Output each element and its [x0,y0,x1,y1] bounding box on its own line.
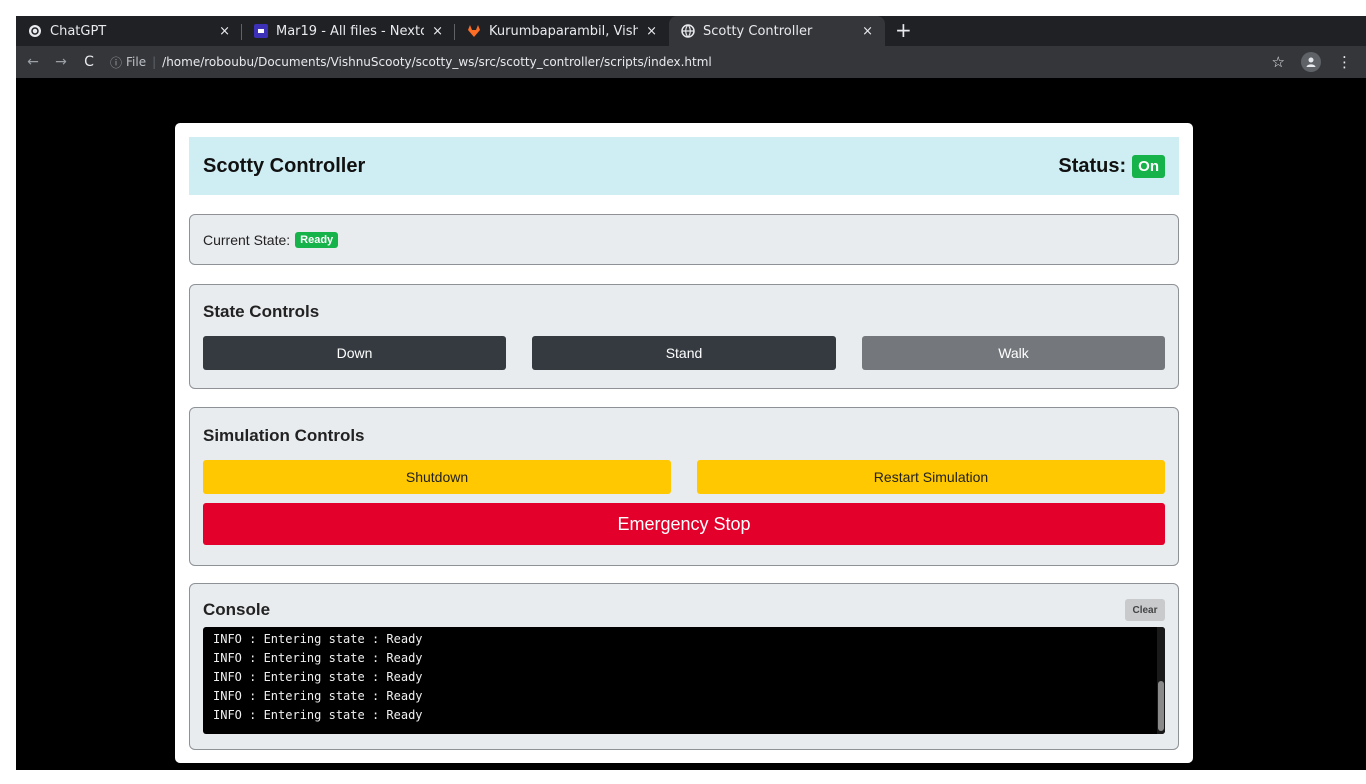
globe-icon [681,24,695,38]
console-panel: Console Clear INFO : Entering state : Re… [189,583,1179,750]
status-indicator: Status: On [1058,154,1165,178]
tab-gitlab[interactable]: Kurumbaparambil, Vishnu × [455,16,669,46]
profile-avatar-icon[interactable] [1301,52,1321,72]
simulation-controls-title: Simulation Controls [203,426,365,445]
tab-scotty-controller[interactable]: Scotty Controller × [669,16,885,46]
status-label: Status: [1058,154,1127,177]
address-divider: | [152,55,157,69]
clear-console-button[interactable]: Clear [1125,599,1165,621]
current-state-label: Current State: [203,231,291,248]
tab-title: Mar19 - All files - Nextcloud [276,23,425,39]
status-badge: On [1132,154,1165,178]
close-icon[interactable]: × [432,24,443,39]
address-url[interactable]: /home/roboubu/Documents/VishnuScooty/sco… [162,55,712,69]
browser-toolbar: ← → C ⓘ File | /home/roboubu/Documents/V… [16,46,1366,78]
new-tab-button[interactable]: + [895,16,912,46]
bookmark-star-icon[interactable]: ☆ [1272,53,1285,71]
current-state-badge: Ready [295,231,339,248]
console-line: INFO : Entering state : Ready [213,708,423,722]
menu-kebab-icon[interactable]: ⋮ [1337,53,1352,71]
reload-icon[interactable]: C [78,54,100,70]
tab-title: Scotty Controller [703,23,813,39]
close-icon[interactable]: × [646,24,657,39]
state-controls-panel: State Controls Down Stand Walk [189,284,1179,389]
emergency-stop-button[interactable]: Emergency Stop [203,503,1165,545]
console-scrollbar[interactable] [1157,627,1165,734]
page-viewport: Scotty Controller Status: On Current Sta… [16,78,1366,770]
console-line: INFO : Entering state : Ready [213,670,423,684]
nextcloud-icon [254,24,268,38]
tab-title: ChatGPT [50,23,107,39]
walk-button[interactable]: Walk [862,336,1165,370]
console-line: INFO : Entering state : Ready [213,651,423,665]
simulation-controls-panel: Simulation Controls Shutdown Restart Sim… [189,407,1179,566]
console-title: Console [203,600,271,619]
tab-chatgpt[interactable]: ChatGPT × [16,16,242,46]
back-arrow-icon[interactable]: ← [22,54,44,70]
address-bar[interactable]: ⓘ File | /home/roboubu/Documents/VishnuS… [110,49,1272,75]
shutdown-button[interactable]: Shutdown [203,460,671,494]
gitlab-icon [467,24,481,38]
console-line: INFO : Entering state : Ready [213,632,423,646]
tab-title: Kurumbaparambil, Vishnu [489,23,639,39]
close-icon[interactable]: × [219,24,230,39]
console-line: INFO : Entering state : Ready [213,689,423,703]
down-button[interactable]: Down [203,336,506,370]
console-scroll-thumb[interactable] [1158,681,1164,731]
app-header: Scotty Controller Status: On [189,137,1179,195]
info-icon[interactable]: ⓘ [110,54,122,71]
state-controls-title: State Controls [203,302,320,321]
browser-tabstrip: ChatGPT × Mar19 - All files - Nextcloud … [16,16,1366,46]
chatgpt-icon [28,24,42,38]
restart-simulation-button[interactable]: Restart Simulation [697,460,1165,494]
forward-arrow-icon[interactable]: → [50,54,72,70]
controller-card: Scotty Controller Status: On Current Sta… [175,123,1193,763]
address-scheme-label: File [126,55,147,69]
console-output[interactable]: INFO : Entering state : Ready INFO : Ent… [203,627,1165,734]
current-state-panel: Current State: Ready [189,214,1179,265]
stand-button[interactable]: Stand [532,336,836,370]
close-icon[interactable]: × [862,24,873,39]
tab-nextcloud[interactable]: Mar19 - All files - Nextcloud × [242,16,455,46]
page-title: Scotty Controller [203,154,366,177]
